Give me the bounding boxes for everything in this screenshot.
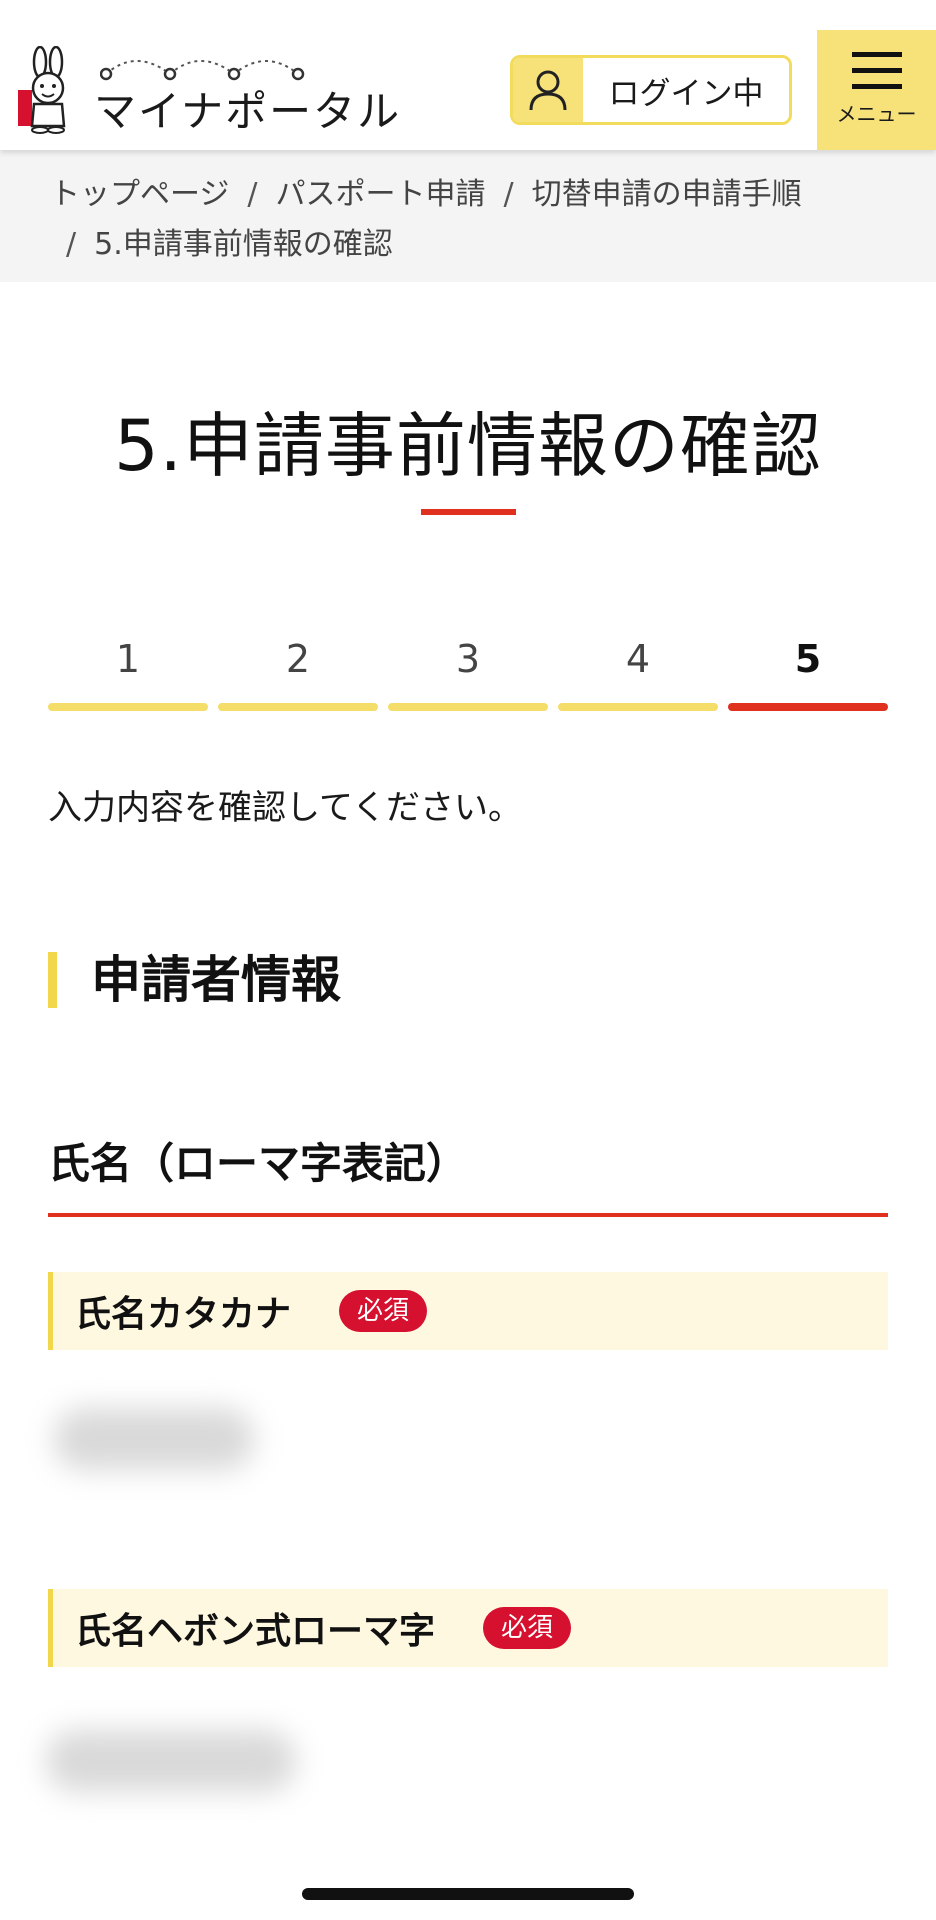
user-icon: [513, 58, 583, 122]
login-status-button[interactable]: ログイン中: [510, 55, 792, 125]
breadcrumb-switch-procedure[interactable]: 切替申請の申請手順: [532, 177, 802, 212]
step-1: 1: [48, 630, 208, 711]
step-indicator: 1 2 3 4 5: [48, 630, 888, 711]
step-bar: [388, 703, 548, 711]
required-badge: 必須: [339, 1290, 428, 1332]
instruction-text: 入力内容を確認してください。: [48, 788, 522, 828]
required-badge: 必須: [483, 1607, 572, 1649]
step-5-current: 5: [728, 630, 888, 711]
home-indicator: [302, 1888, 634, 1900]
menu-label: メニュー: [836, 102, 917, 126]
breadcrumb-current: 5.申請事前情報の確認: [94, 227, 393, 262]
step-number: 5: [794, 637, 822, 681]
step-2: 2: [218, 630, 378, 711]
breadcrumb-separator: /: [503, 177, 514, 212]
step-number: 3: [455, 637, 481, 681]
field-label-text: 氏名ヘボン式ローマ字: [75, 1611, 436, 1652]
mascot-rabbit-icon: [18, 46, 66, 134]
login-status-label: ログイン中: [608, 75, 764, 112]
step-bar: [728, 703, 888, 711]
hamburger-icon: [851, 52, 902, 89]
section-heading-applicant: 申請者情報: [48, 952, 341, 1008]
mynaportal-logo[interactable]: マイナポータル: [18, 44, 399, 136]
group-heading-name-romaji: 氏名（ローマ字表記）: [48, 1130, 888, 1217]
step-number: 2: [285, 637, 311, 681]
breadcrumb-passport[interactable]: パスポート申請: [276, 177, 486, 212]
field-label-katakana: 氏名カタカナ 必須: [48, 1272, 888, 1350]
breadcrumb: トップページ / パスポート申請 / 切替申請の申請手順 / 5.申請事前情報の確認: [0, 150, 936, 282]
step-4: 4: [558, 630, 718, 711]
blurred-value-katakana: [54, 1408, 254, 1470]
menu-button[interactable]: メニュー: [817, 30, 936, 150]
step-bar: [48, 703, 208, 711]
step-3: 3: [388, 630, 548, 711]
logo-text: マイナポータル: [94, 87, 402, 136]
blurred-value-hepburn: [46, 1730, 296, 1792]
title-underline: [421, 509, 516, 515]
step-number: 4: [625, 637, 651, 681]
field-label-hepburn: 氏名ヘボン式ローマ字 必須: [48, 1589, 888, 1667]
step-number: 1: [115, 637, 141, 681]
step-bar: [218, 703, 378, 711]
page-title: 5.申請事前情報の確認: [114, 405, 822, 487]
field-label-text: 氏名カタカナ: [75, 1294, 292, 1335]
breadcrumb-top[interactable]: トップページ: [50, 177, 229, 212]
app-header: マイナポータル ログイン中 メニュー: [0, 0, 936, 150]
breadcrumb-separator: /: [247, 177, 258, 212]
breadcrumb-separator: /: [66, 227, 77, 262]
step-bar: [558, 703, 718, 711]
